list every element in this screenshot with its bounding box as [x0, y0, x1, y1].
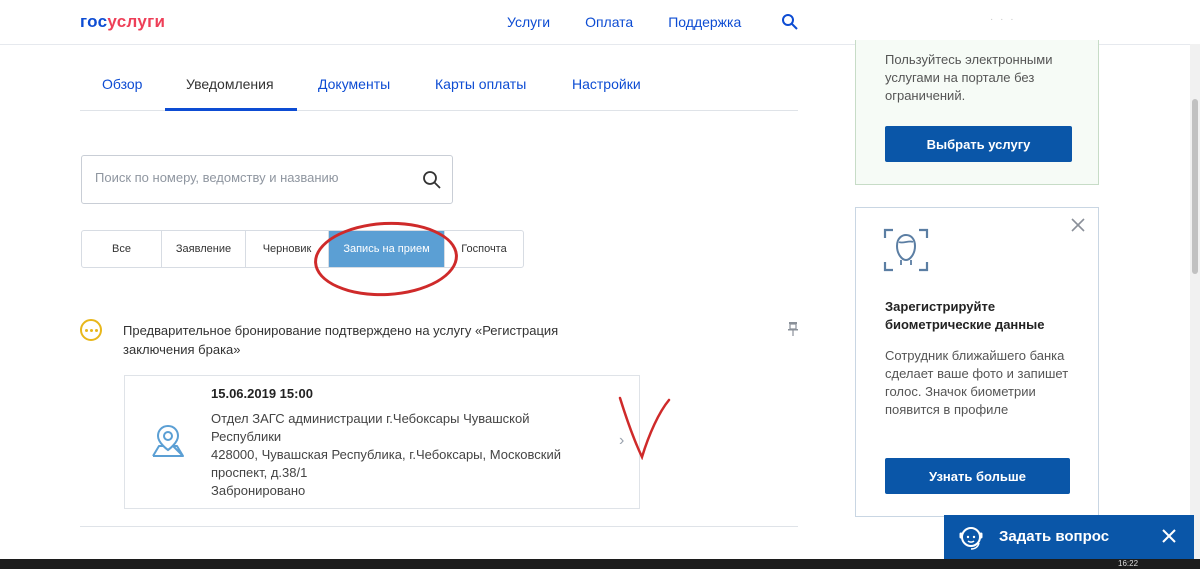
nav-link-services[interactable]: Услуги: [507, 14, 550, 30]
divider: [80, 526, 798, 527]
booking-address: 428000, Чувашская Республика, г.Чебоксар…: [211, 447, 561, 480]
location-pin-icon: [152, 424, 184, 457]
tab-settings[interactable]: Настройки: [572, 76, 641, 92]
biometrics-title: Зарегистрируйте биометрические данные: [885, 299, 1045, 332]
active-tab-indicator: [165, 108, 297, 111]
biometrics-card: Зарегистрируйте биометрические данные Со…: [855, 207, 1099, 517]
services-promo-card: Пользуйтесь электронными услугами на пор…: [855, 40, 1099, 185]
page: госуслуги Услуги Оплата Поддержка · · · …: [0, 0, 1200, 569]
filter-application[interactable]: Заявление: [162, 231, 246, 267]
promo-text: Пользуйтесь электронными услугами на пор…: [885, 52, 1053, 103]
logo-part-gos: гос: [80, 12, 108, 31]
account-tabs: Обзор Уведомления Документы Карты оплаты…: [80, 60, 798, 111]
tab-payment-cards[interactable]: Карты оплаты: [435, 76, 526, 92]
nav-link-payment[interactable]: Оплата: [585, 14, 633, 30]
pending-status-icon: [80, 319, 102, 341]
search-icon[interactable]: [781, 13, 799, 31]
tab-documents[interactable]: Документы: [318, 76, 390, 92]
filter-gospochta[interactable]: Госпочта: [445, 231, 523, 267]
filter-draft[interactable]: Черновик: [246, 231, 329, 267]
chevron-right-icon: ›: [619, 432, 625, 449]
booking-card[interactable]: 15.06.2019 15:00 Отдел ЗАГС администраци…: [124, 375, 640, 509]
booking-status: Забронировано: [211, 483, 306, 498]
choose-service-button[interactable]: Выбрать услугу: [885, 126, 1072, 162]
ask-question-chat-button[interactable]: Задать вопрос: [944, 515, 1194, 559]
booking-office: Отдел ЗАГС администрации г.Чебоксары Чув…: [211, 411, 530, 444]
top-nav: Услуги Оплата Поддержка: [507, 14, 776, 30]
ask-question-label: Задать вопрос: [999, 528, 1110, 545]
scrollbar-thumb[interactable]: [1192, 99, 1198, 274]
search-icon[interactable]: [422, 170, 441, 189]
page-scrollbar[interactable]: [1190, 44, 1200, 559]
booking-details: Отдел ЗАГС администрации г.Чебоксары Чув…: [211, 410, 591, 500]
close-icon[interactable]: [1070, 217, 1086, 233]
pin-icon[interactable]: [787, 321, 799, 337]
notification-search: [81, 155, 453, 204]
face-scan-icon: [883, 228, 929, 272]
user-menu-obscured[interactable]: · · ·: [990, 14, 1016, 25]
nav-link-support[interactable]: Поддержка: [668, 14, 741, 30]
close-icon[interactable]: [1160, 527, 1178, 545]
filter-appointment[interactable]: Запись на прием: [329, 231, 445, 267]
taskbar-clock: 16:22: [1118, 559, 1139, 568]
logo-part-uslugi: услуги: [107, 12, 166, 31]
support-agent-icon: [959, 527, 983, 550]
gosuslugi-logo[interactable]: госуслуги: [80, 12, 165, 32]
filter-all[interactable]: Все: [82, 231, 162, 267]
search-input[interactable]: [95, 170, 405, 185]
booking-datetime: 15.06.2019 15:00: [211, 386, 313, 401]
tab-overview[interactable]: Обзор: [102, 76, 142, 92]
notification-text: Предварительное бронирование подтвержден…: [123, 323, 559, 357]
notification-filters: Все Заявление Черновик Запись на прием Г…: [81, 230, 524, 268]
os-taskbar: 16:22: [0, 559, 1200, 569]
tab-notifications[interactable]: Уведомления: [186, 76, 274, 92]
biometrics-description: Сотрудник ближайшего банка сделает ваше …: [885, 348, 1069, 417]
site-header: госуслуги Услуги Оплата Поддержка · · ·: [0, 0, 1200, 45]
learn-more-button[interactable]: Узнать больше: [885, 458, 1070, 494]
